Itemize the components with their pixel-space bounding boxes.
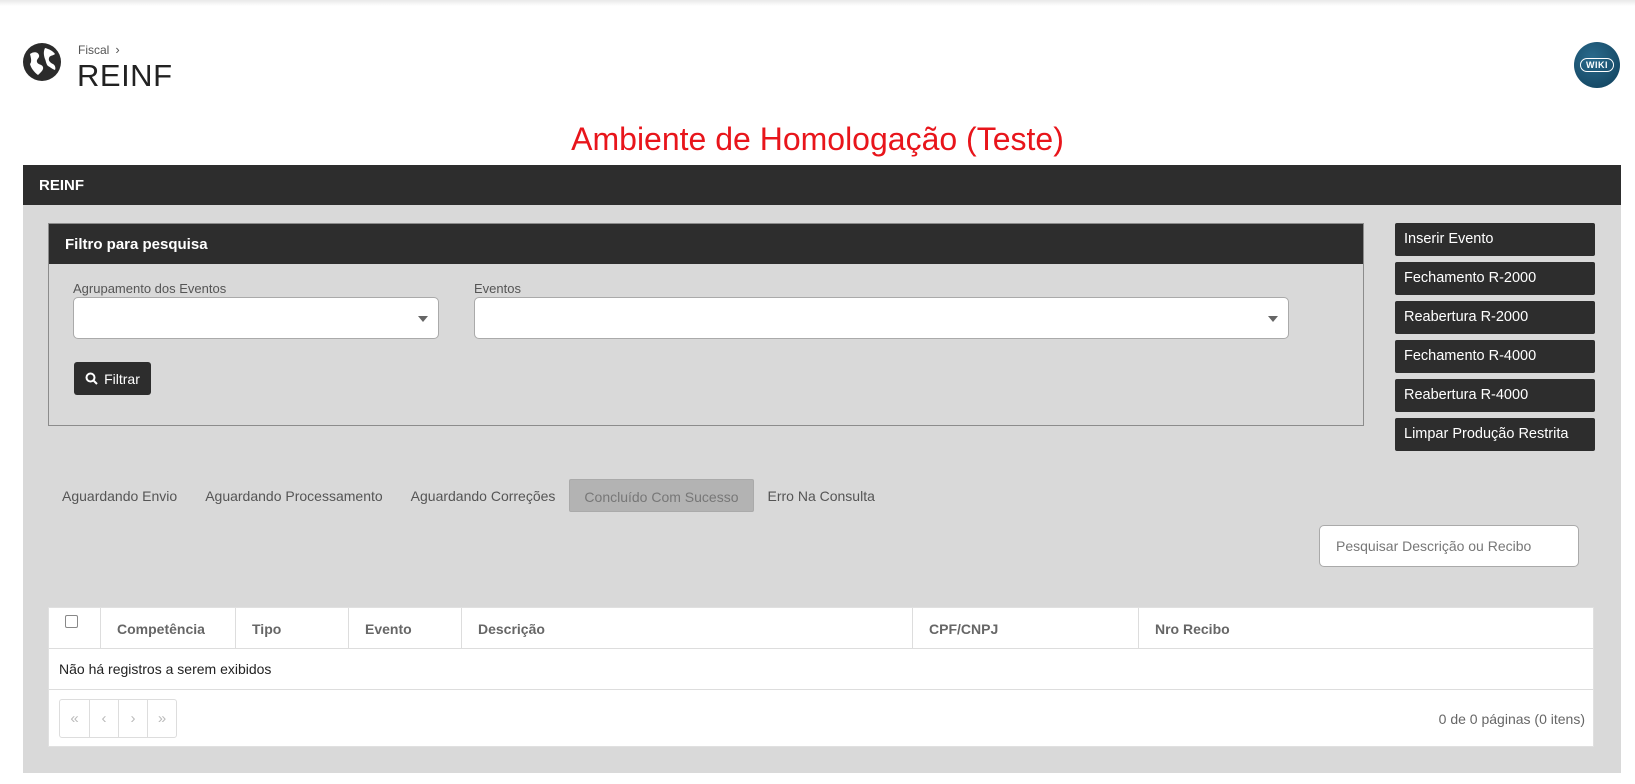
page-header: Fiscal › REINF WIKI (0, 0, 1635, 120)
select-all-checkbox[interactable] (65, 615, 78, 628)
caret-down-icon (1268, 316, 1278, 322)
prev-page-icon[interactable]: ‹ (89, 700, 118, 737)
close-r2000-button[interactable]: Fechamento R-2000 (1395, 262, 1595, 295)
page-title: REINF (77, 58, 173, 93)
column-header-competencia[interactable]: Competência (100, 608, 235, 648)
filter-section: Filtro para pesquisa Agrupamento dos Eve… (48, 223, 1364, 426)
clear-restricted-production-button[interactable]: Limpar Produção Restrita (1395, 418, 1595, 451)
chevron-right-icon: › (115, 42, 120, 57)
empty-message: Não há registros a serem exibidos (49, 649, 1593, 690)
reopen-r2000-button[interactable]: Reabertura R-2000 (1395, 301, 1595, 334)
table-header: Competência Tipo Evento Descrição CPF/CN… (49, 608, 1593, 649)
pager: « ‹ › » 0 de 0 páginas (0 itens) (49, 690, 1593, 746)
column-header-descricao[interactable]: Descrição (461, 608, 912, 648)
filter-button[interactable]: Filtrar (74, 362, 151, 395)
panel-title: REINF (23, 165, 1621, 205)
group-label: Agrupamento dos Eventos (73, 281, 227, 296)
tab-erro-na-consulta[interactable]: Erro Na Consulta (754, 479, 889, 512)
tab-aguardando-processamento[interactable]: Aguardando Processamento (191, 479, 396, 512)
pager-buttons: « ‹ › » (59, 699, 177, 738)
filter-button-label: Filtrar (104, 370, 140, 387)
column-header-nro-recibo[interactable]: Nro Recibo (1138, 608, 1593, 648)
action-buttons: Inserir Evento Fechamento R-2000 Reabert… (1395, 223, 1595, 457)
status-tabs: Aguardando Envio Aguardando Processament… (48, 479, 889, 512)
column-header-tipo[interactable]: Tipo (235, 608, 348, 648)
breadcrumb: Fiscal › (78, 42, 120, 57)
insert-event-button[interactable]: Inserir Evento (1395, 223, 1595, 256)
events-table: Competência Tipo Evento Descrição CPF/CN… (48, 607, 1594, 747)
events-label: Eventos (474, 281, 521, 296)
breadcrumb-fiscal[interactable]: Fiscal (78, 43, 109, 57)
reinf-panel: REINF Filtro para pesquisa Agrupamento d… (23, 165, 1621, 773)
environment-banner: Ambiente de Homologação (Teste) (571, 121, 1064, 157)
filter-title: Filtro para pesquisa (49, 224, 1363, 264)
last-page-icon[interactable]: » (147, 700, 176, 737)
close-r4000-button[interactable]: Fechamento R-4000 (1395, 340, 1595, 373)
events-select[interactable] (474, 297, 1289, 339)
search-icon (85, 372, 98, 385)
reopen-r4000-button[interactable]: Reabertura R-4000 (1395, 379, 1595, 412)
next-page-icon[interactable]: › (118, 700, 147, 737)
first-page-icon[interactable]: « (60, 700, 89, 737)
column-header-cpf-cnpj[interactable]: CPF/CNPJ (912, 608, 1138, 648)
tab-concluido-com-sucesso[interactable]: Concluído Com Sucesso (569, 479, 754, 512)
tab-aguardando-correcoes[interactable]: Aguardando Correções (397, 479, 570, 512)
tab-aguardando-envio[interactable]: Aguardando Envio (48, 479, 191, 512)
wiki-button[interactable]: WIKI (1574, 42, 1620, 88)
caret-down-icon (418, 316, 428, 322)
search-input[interactable] (1319, 525, 1579, 567)
globe-icon (23, 43, 61, 81)
wiki-label: WIKI (1580, 58, 1614, 72)
column-header-evento[interactable]: Evento (348, 608, 461, 648)
pager-info: 0 de 0 páginas (0 itens) (1438, 711, 1585, 727)
select-all-cell (49, 608, 100, 648)
group-select[interactable] (73, 297, 439, 339)
